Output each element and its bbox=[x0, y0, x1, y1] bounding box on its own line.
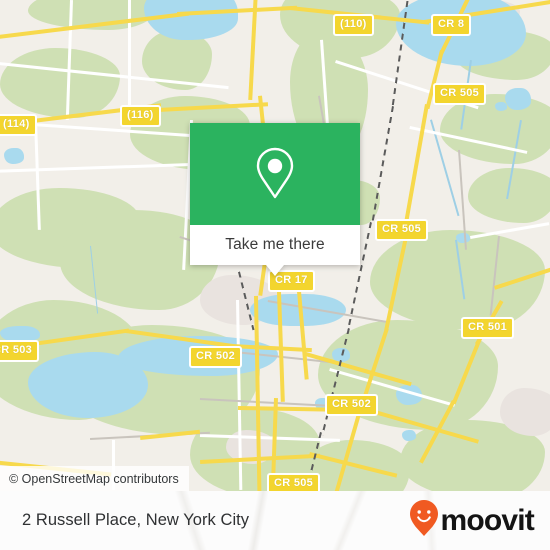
minor-road bbox=[470, 222, 550, 239]
map-attribution[interactable]: © OpenStreetMap contributors bbox=[0, 466, 189, 491]
lake bbox=[505, 88, 531, 110]
attribution-text: © OpenStreetMap contributors bbox=[9, 471, 179, 486]
road-shield[interactable]: CR 501 bbox=[461, 317, 515, 339]
footer-bar: 2 Russell Place, New York City moovit bbox=[0, 491, 550, 550]
major-road bbox=[248, 0, 258, 101]
road-shield[interactable]: CR 502 bbox=[189, 346, 243, 368]
road-shield[interactable]: CR 505 bbox=[267, 473, 321, 491]
railway-line bbox=[371, 106, 394, 225]
major-road bbox=[402, 104, 429, 233]
pond bbox=[402, 430, 416, 441]
moovit-wordmark: moovit bbox=[440, 503, 534, 537]
road-shield[interactable]: CR 8 bbox=[431, 14, 472, 36]
road-shield[interactable]: CR 505 bbox=[375, 219, 429, 241]
popup-image-panel bbox=[190, 123, 360, 225]
location-popup-card[interactable]: Take me there bbox=[190, 123, 360, 276]
map-pin-icon bbox=[252, 145, 298, 203]
forest-area bbox=[0, 48, 120, 118]
road-shield[interactable]: (116) bbox=[120, 105, 161, 127]
road-shield[interactable]: CR 505 bbox=[433, 83, 487, 105]
page-title: 2 Russell Place, New York City bbox=[22, 511, 250, 529]
popup-pointer-tail bbox=[266, 265, 284, 276]
road-shield[interactable]: CR 502 bbox=[325, 394, 379, 416]
map-screen: (110) CR 8 CR 505 (116) (114) CR 505 CR … bbox=[0, 0, 550, 550]
road-shield[interactable]: (114) bbox=[0, 114, 37, 136]
pond bbox=[495, 102, 507, 111]
take-me-there-button[interactable]: Take me there bbox=[190, 225, 360, 265]
moovit-smiley-pin-icon bbox=[410, 500, 439, 541]
moovit-brand[interactable]: moovit bbox=[410, 500, 535, 541]
lake bbox=[4, 148, 24, 164]
road-shield[interactable]: (110) bbox=[333, 14, 374, 36]
map-canvas[interactable]: (110) CR 8 CR 505 (116) (114) CR 505 CR … bbox=[0, 0, 550, 491]
road-shield[interactable]: CR 503 bbox=[0, 340, 40, 362]
take-me-there-label: Take me there bbox=[225, 236, 325, 253]
